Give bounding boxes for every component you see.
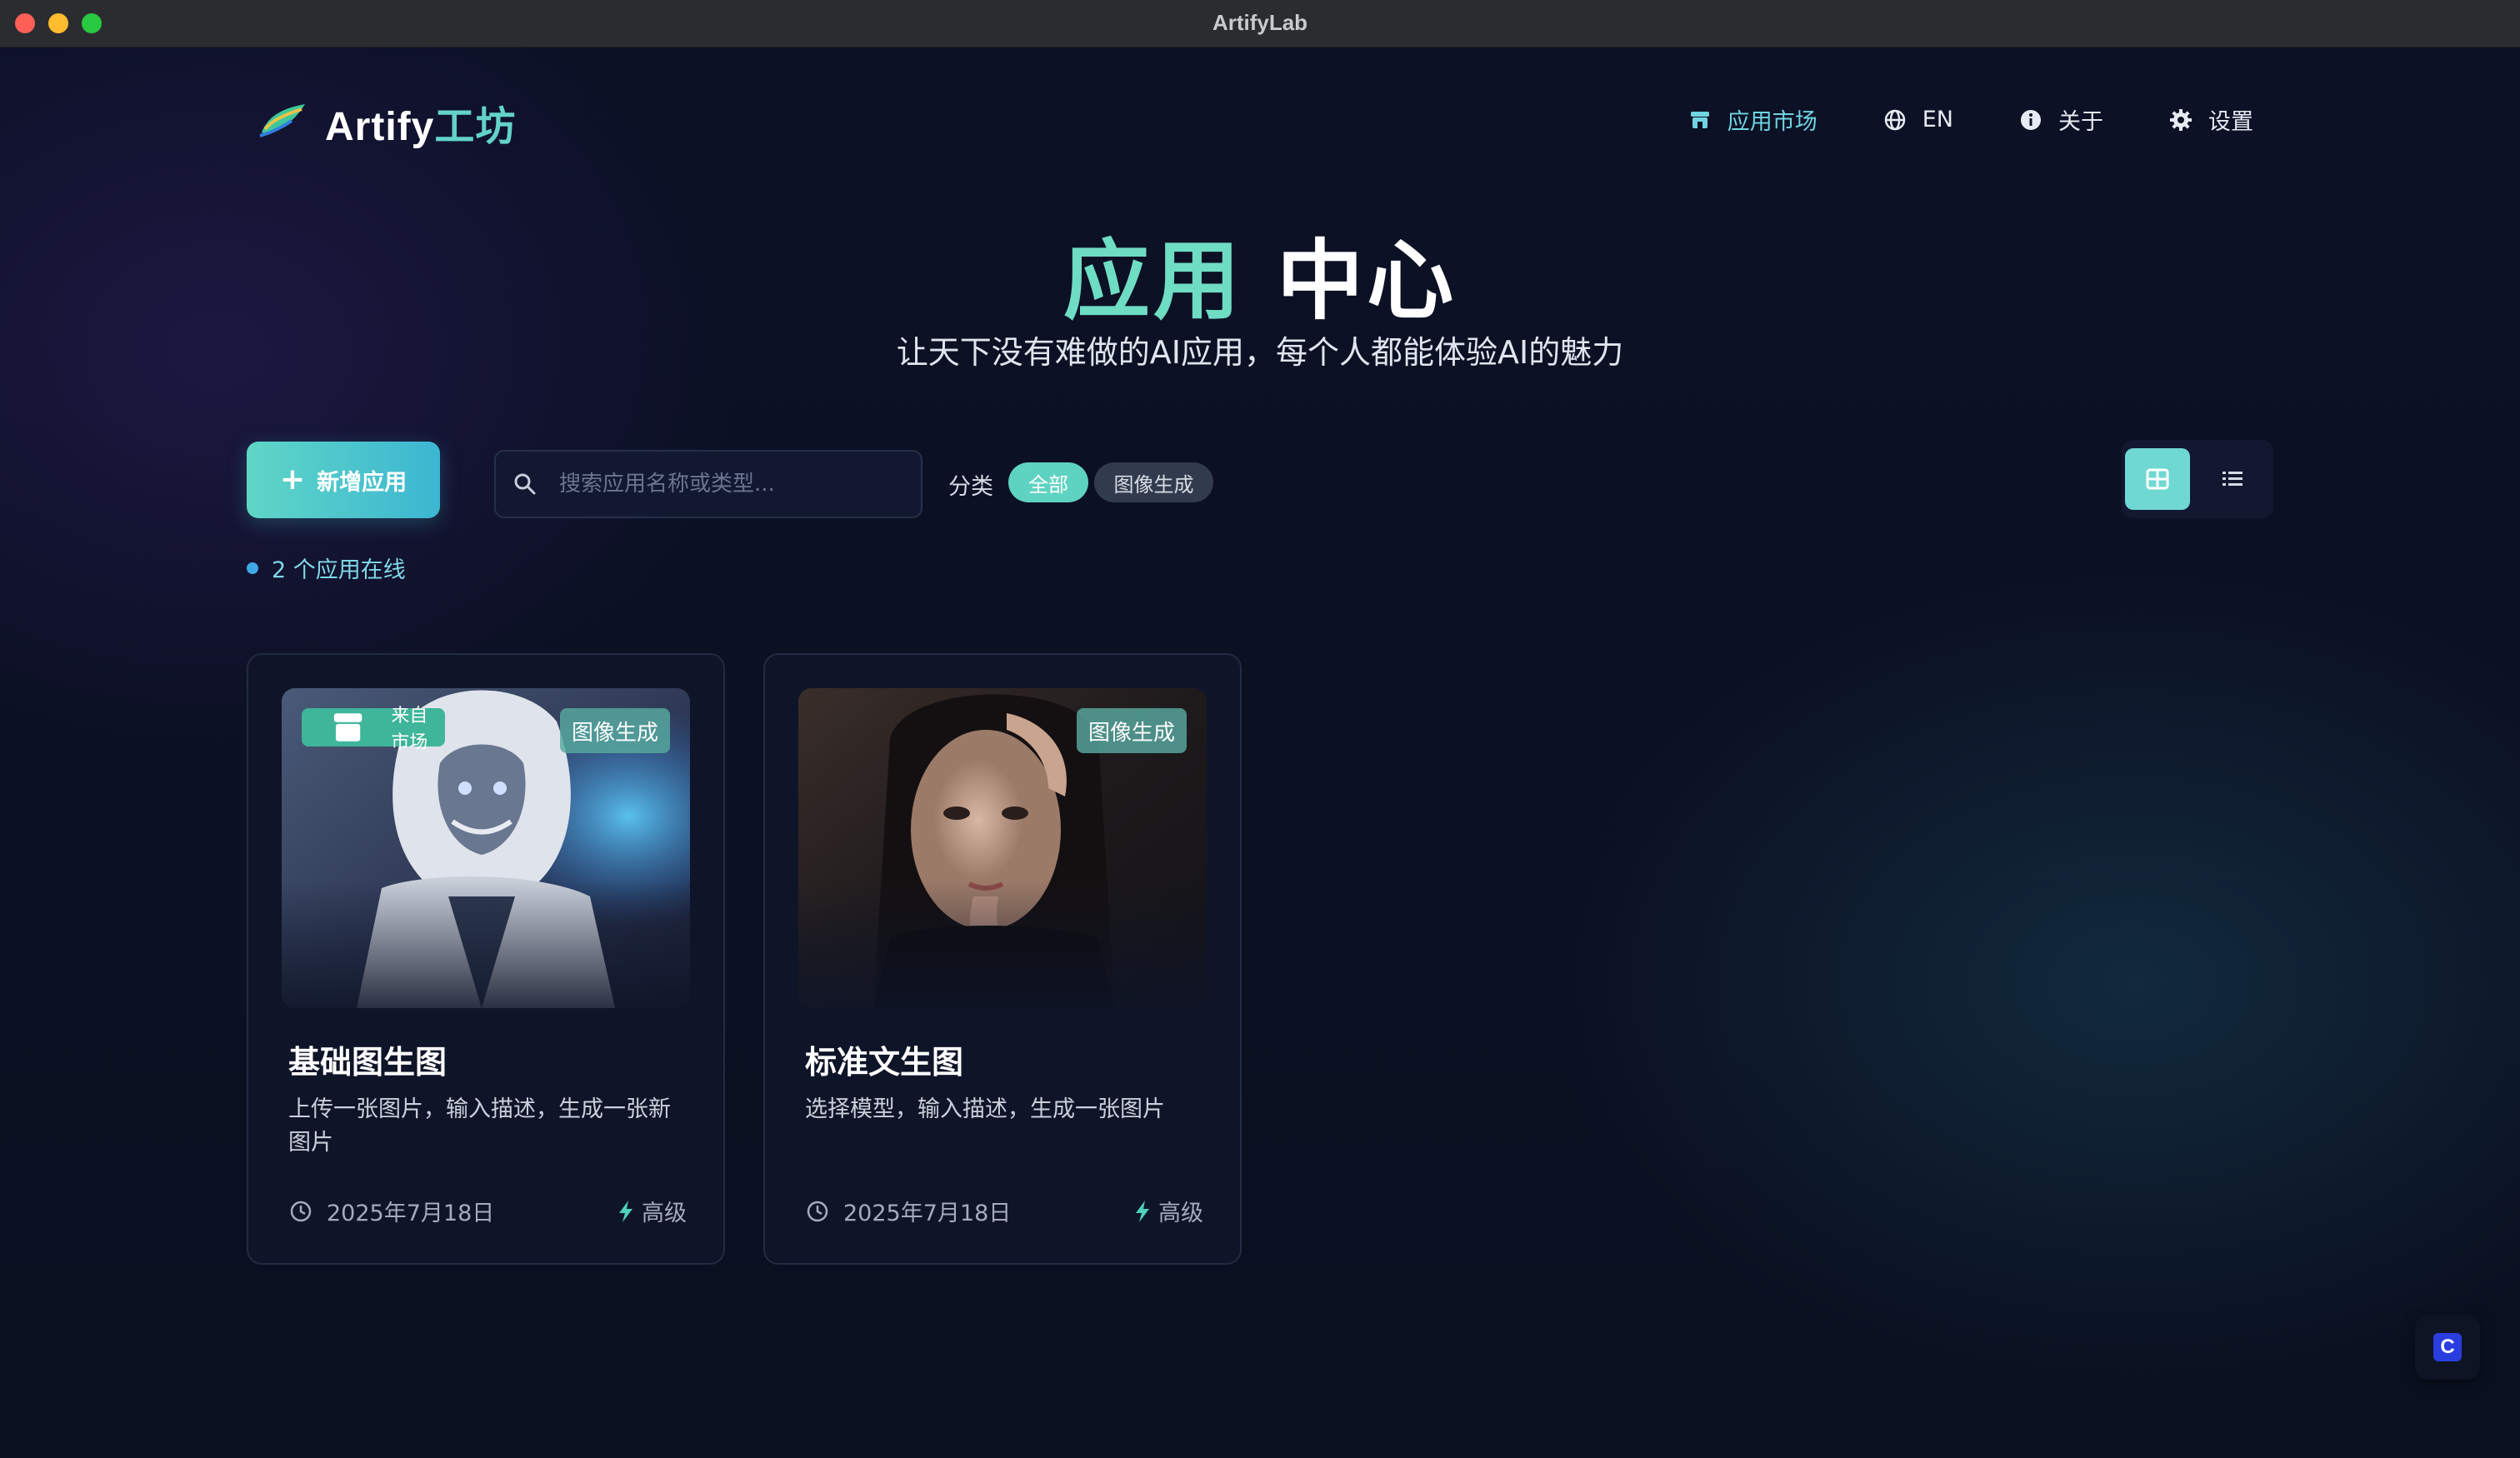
app-description: 上传一张图片，输入描述，生成一张新图片 <box>288 1096 671 1156</box>
globe-icon <box>1884 109 1905 130</box>
nav-item-label: 设置 <box>2208 109 2253 135</box>
online-status-text: 2 个应用在线 <box>272 557 406 583</box>
title-bar: ArtifyLab <box>0 0 2520 47</box>
list-icon <box>2222 472 2242 486</box>
nav-item-settings[interactable]: 设置 <box>2168 103 2253 136</box>
floating-assistant-button[interactable]: C <box>2415 1315 2480 1380</box>
add-app-button[interactable]: + 新增应用 <box>247 442 440 518</box>
lightning-icon <box>619 1200 632 1222</box>
app-card[interactable]: 来自市场 图像生成 基础图生图 上传一张图片，输入描述，生成一张新图片 2025… <box>247 653 725 1265</box>
add-app-label: 新增应用 <box>317 469 408 496</box>
search-icon <box>514 473 536 495</box>
brand-name: Artify工坊 <box>325 93 516 152</box>
nav-item-label: 关于 <box>2058 109 2103 135</box>
leaf-logo-icon <box>259 104 305 137</box>
online-status: 2 个应用在线 <box>247 552 406 584</box>
plus-icon: + <box>279 462 306 497</box>
app-level-text: 高级 <box>642 1201 687 1226</box>
page-title-rest: 中心 <box>1277 230 1458 332</box>
app-name: 标准文生图 <box>805 1044 964 1081</box>
grid-icon <box>2146 468 2169 490</box>
app-date: 2025年7月18日 <box>805 1195 1011 1227</box>
search-box <box>494 450 922 518</box>
nav-item-label: EN <box>1922 107 1953 132</box>
brand-logo[interactable]: Artify工坊 <box>255 93 516 152</box>
lightning-icon <box>1136 1200 1149 1222</box>
market-source-label: 来自市场 <box>391 706 428 753</box>
app-thumbnail: 来自市场 图像生成 <box>282 688 690 1008</box>
brand-name-zh: 工坊 <box>434 103 517 150</box>
app-name: 基础图生图 <box>288 1044 448 1081</box>
app-level: 高级 <box>615 1195 687 1227</box>
market-source-badge: 来自市场 <box>302 706 446 753</box>
app-type-badge: 图像生成 <box>1076 708 1187 753</box>
clock-icon <box>807 1201 828 1221</box>
status-dot <box>247 562 258 574</box>
category-chip-image-generation[interactable]: 图像生成 <box>1094 462 1213 502</box>
page-subtitle: 让天下没有难做的AI应用，每个人都能体验AI的魅力 <box>896 334 1624 371</box>
list-view-button[interactable] <box>2200 448 2265 510</box>
app-level: 高级 <box>1132 1195 1203 1227</box>
app-description: 选择模型，输入描述，生成一张图片 <box>805 1096 1165 1122</box>
clock-icon <box>290 1201 312 1221</box>
app-date: 2025年7月18日 <box>288 1195 494 1227</box>
window-title: ArtifyLab <box>1212 10 1308 35</box>
info-icon <box>2021 109 2041 130</box>
app-card[interactable]: 图像生成 标准文生图 选择模型，输入描述，生成一张图片 2025年7月18日 高… <box>763 653 1242 1265</box>
grid-view-button[interactable] <box>2125 448 2190 510</box>
gear-icon <box>2170 108 2192 131</box>
top-nav: 应用市场 EN 关于 设置 <box>1688 103 2253 136</box>
nav-item-about[interactable]: 关于 <box>2018 103 2103 136</box>
store-icon <box>333 713 362 741</box>
chat-logo-icon: C <box>2433 1333 2462 1361</box>
page-title-highlight: 应用 <box>1062 230 1243 332</box>
brand-name-en: Artify <box>325 105 435 149</box>
app-level-text: 高级 <box>1158 1201 1203 1226</box>
app-thumbnail: 图像生成 <box>798 688 1207 1008</box>
nav-item-language[interactable]: EN <box>1882 107 1953 132</box>
nav-item-label: 应用市场 <box>1727 109 1818 135</box>
view-mode-toggle <box>2122 440 2273 518</box>
store-icon <box>1690 111 1709 128</box>
search-input[interactable] <box>558 471 921 497</box>
app-date-text: 2025年7月18日 <box>327 1201 495 1226</box>
app-window: ArtifyLab Artify工坊 应用市场 EN 关于 设置 应用 中心 让… <box>0 0 2520 1458</box>
app-type-badge: 图像生成 <box>559 708 670 753</box>
category-label: 分类 <box>948 474 993 500</box>
page-title: 应用 中心 <box>0 210 2520 336</box>
app-date-text: 2025年7月18日 <box>843 1201 1012 1226</box>
category-chip-all[interactable]: 全部 <box>1008 462 1088 502</box>
nav-item-market[interactable]: 应用市场 <box>1688 103 1818 136</box>
